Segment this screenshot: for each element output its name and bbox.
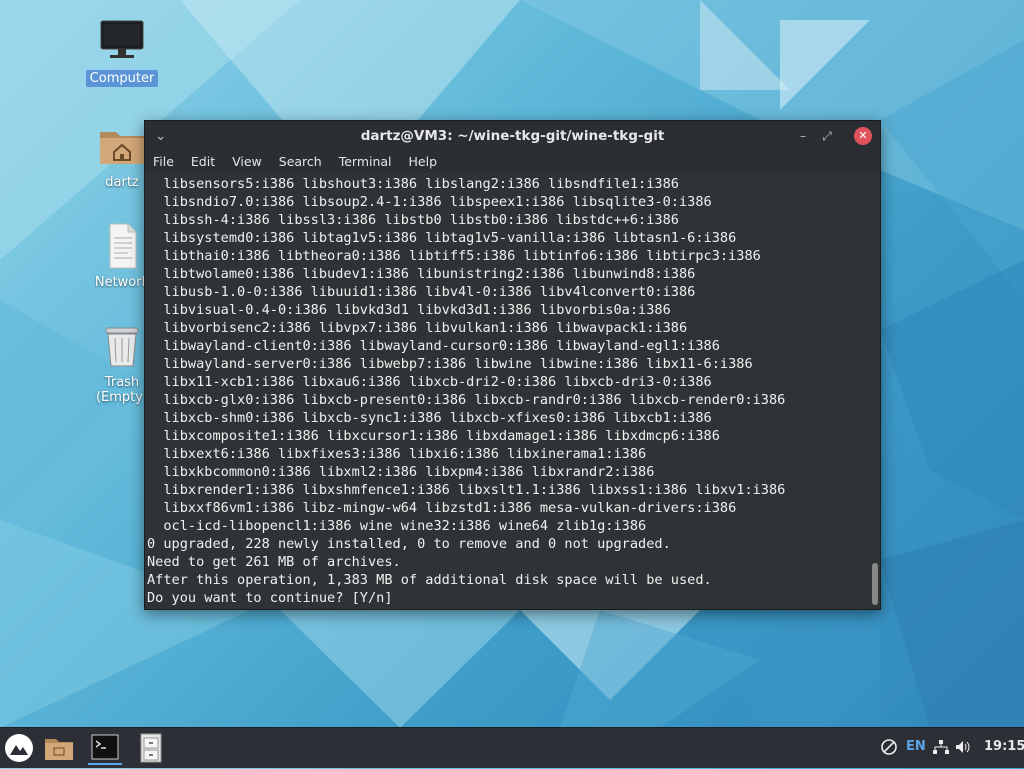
terminal-line: libvisual-0.4-0:i386 libvkd3d1 libvkd3d1… [147,302,671,318]
menu-terminal[interactable]: Terminal [339,151,392,173]
terminal-window[interactable]: ⌄ dartz@VM3: ~/wine-tkg-git/wine-tkg-git… [144,120,881,610]
minimize-icon[interactable]: – [794,127,812,145]
terminal-line: libsystemd0:i386 libtag1v5:i386 libtag1v… [147,230,737,246]
terminal-line: libthai0:i386 libtheora0:i386 libtiff5:i… [147,248,761,264]
terminal-menubar: File Edit View Search Terminal Help [145,151,880,173]
window-menu-chevron-icon[interactable]: ⌄ [155,121,166,151]
terminal-line: libsndio7.0:i386 libsoup2.4-1:i386 libsp… [147,194,712,210]
taskbar-file-cabinet[interactable] [134,731,168,765]
volume-icon[interactable] [954,738,972,760]
taskbar-terminal[interactable] [88,731,122,765]
terminal-line: 0 upgraded, 228 newly installed, 0 to re… [147,536,671,552]
file-manager-icon [45,739,73,760]
terminal-line: libssh-4:i386 libssl3:i386 libstb0 libst… [147,212,679,228]
distro-logo-icon [5,734,33,762]
taskbar: EN 19:15 [0,727,1024,768]
app-menu-button[interactable] [2,731,36,765]
terminal-scrollbar[interactable] [872,177,878,605]
terminal-line: libwayland-client0:i386 libwayland-curso… [147,338,720,354]
taskbar-file-manager[interactable] [42,731,76,765]
keyboard-layout-indicator[interactable]: EN [906,739,926,754]
network-icon [98,222,146,270]
terminal-output[interactable]: libsensors5:i386 libshout3:i386 libslang… [145,173,870,609]
terminal-line: ocl-icd-libopencl1:i386 wine wine32:i386… [147,518,647,534]
terminal-line: After this operation, 1,383 MB of additi… [147,572,712,588]
desktop-icon-label: dartz [105,175,139,190]
terminal-line: libusb-1.0-0:i386 libuuid1:i386 libv4l-0… [147,284,696,300]
close-icon[interactable]: ✕ [854,127,872,145]
terminal-line: libsensors5:i386 libshout3:i386 libslang… [147,176,679,192]
menu-file[interactable]: File [153,151,174,173]
terminal-line: libxcb-glx0:i386 libxcb-present0:i386 li… [147,392,786,408]
desktop-icon-computer[interactable]: Computer [82,18,162,87]
system-tray: EN 19:15 [874,728,1024,768]
desktop-icon-label: Computer [85,70,159,87]
file-cabinet-icon [140,733,162,763]
clock[interactable]: 19:15 [984,739,1024,754]
terminal-line: libxkbcommon0:i386 libxml2:i386 libxpm4:… [147,464,655,480]
terminal-line: Need to get 261 MB of archives. [147,554,401,570]
terminal-line: libxcb-shm0:i386 libxcb-sync1:i386 libxc… [147,410,712,426]
menu-view[interactable]: View [232,151,262,173]
network-status-icon[interactable] [932,738,950,760]
home-folder-icon [98,122,146,170]
terminal-line: libvorbisenc2:i386 libvpx7:i386 libvulka… [147,320,688,336]
terminal-line: libtwolame0:i386 libudev1:i386 libunistr… [147,266,696,282]
maximize-icon[interactable]: ⤢ [818,127,836,145]
terminal-line: libxcomposite1:i386 libxcursor1:i386 lib… [147,428,720,444]
terminal-line: libwayland-server0:i386 libwebp7:i386 li… [147,356,753,372]
terminal-line: Do you want to continue? [Y/n] [147,590,401,606]
trash-icon [98,322,146,370]
window-title: dartz@VM3: ~/wine-tkg-git/wine-tkg-git [360,128,665,144]
terminal-line: libxext6:i386 libxfixes3:i386 libxi6:i38… [147,446,647,462]
window-titlebar[interactable]: ⌄ dartz@VM3: ~/wine-tkg-git/wine-tkg-git… [145,121,880,151]
scrollbar-thumb[interactable] [872,563,878,605]
terminal-icon [91,734,119,760]
menu-help[interactable]: Help [409,151,438,173]
terminal-line: libxrender1:i386 libxshmfence1:i386 libx… [147,482,786,498]
computer-icon [98,18,146,66]
terminal-line: libxxf86vm1:i386 libz-mingw-w64 libzstd1… [147,500,737,516]
terminal-line: libx11-xcb1:i386 libxau6:i386 libxcb-dri… [147,374,712,390]
menu-edit[interactable]: Edit [191,151,215,173]
updater-icon[interactable] [880,738,898,760]
menu-search[interactable]: Search [279,151,322,173]
